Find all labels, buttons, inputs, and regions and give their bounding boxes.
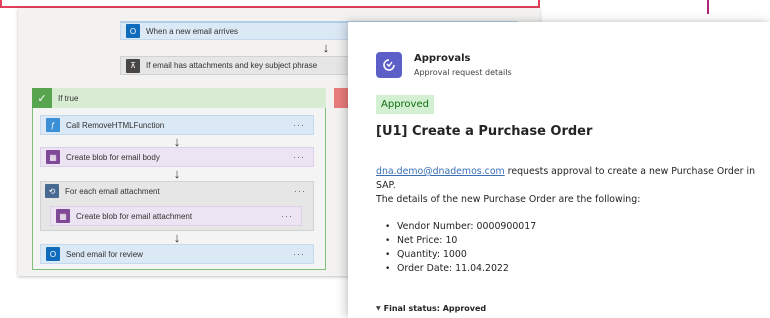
if-true-header[interactable]: ✓ If true (32, 88, 326, 108)
status-badge: Approved (376, 95, 434, 114)
blob-storage-icon: ▦ (46, 150, 60, 164)
flow-arrow: ↓ (173, 230, 181, 245)
final-status-label: Final status: Approved (383, 304, 487, 313)
trigger-label: When a new email arrives (146, 26, 239, 36)
list-item: Vendor Number: 0000900017 (383, 220, 536, 234)
blob-storage-icon: ▦ (56, 209, 70, 223)
more-options-button[interactable]: ··· (293, 152, 305, 162)
outlook-icon: O (126, 24, 140, 38)
requester-email-link[interactable]: dna.demo@dnademos.com (376, 166, 505, 177)
if-false-header[interactable] (334, 88, 348, 108)
condition-icon: ⊼ (126, 58, 140, 73)
details-list: Vendor Number: 0000900017 Net Price: 10 … (383, 220, 536, 276)
caret-down-icon: ▼ (376, 305, 381, 312)
create-blob-body-label: Create blob for email body (66, 152, 160, 162)
final-status-toggle[interactable]: ▼ Final status: Approved (376, 304, 486, 313)
list-item: Quantity: 1000 (383, 248, 536, 262)
create-blob-attachment-action[interactable]: ▦ Create blob for email attachment ··· (50, 206, 302, 226)
for-each-label: For each email attachment (65, 186, 160, 196)
if-true-label: If true (58, 93, 79, 103)
send-email-action[interactable]: O Send email for review ··· (40, 244, 314, 264)
outlook-icon: O (46, 247, 60, 261)
request-line: dna.demo@dnademos.com requests approval … (376, 166, 755, 177)
check-icon: ✓ (32, 88, 52, 108)
connector-line (707, 0, 709, 14)
list-item: Order Date: 11.04.2022 (383, 262, 536, 276)
app-subtitle: Approval request details (414, 68, 512, 77)
more-options-button[interactable]: ··· (281, 211, 293, 221)
send-email-label: Send email for review (66, 249, 143, 259)
selected-card-border (0, 0, 540, 8)
flow-arrow: ↓ (173, 166, 181, 181)
request-text: requests approval to create a new Purcha… (504, 166, 756, 177)
for-each-action[interactable]: ⟲ For each email attachment ··· (40, 181, 314, 201)
condition-label: If email has attachments and key subject… (146, 61, 318, 70)
condition-step[interactable]: ⊼ If email has attachments and key subje… (120, 56, 360, 75)
more-options-button[interactable]: ··· (293, 249, 305, 259)
approvals-icon (376, 52, 402, 78)
create-blob-attachment-label: Create blob for email attachment (76, 211, 193, 221)
loop-icon: ⟲ (45, 184, 59, 198)
create-blob-body-action[interactable]: ▦ Create blob for email body ··· (40, 147, 314, 167)
details-intro: The details of the new Purchase Order ar… (376, 194, 641, 205)
call-function-label: Call RemoveHTMLFunction (66, 120, 165, 130)
more-options-button[interactable]: ··· (294, 186, 306, 196)
app-name: Approvals (414, 53, 471, 64)
list-item: Net Price: 10 (383, 234, 536, 248)
call-function-action[interactable]: ƒ Call RemoveHTMLFunction ··· (40, 115, 314, 135)
more-options-button[interactable]: ··· (293, 120, 305, 130)
request-title: [U1] Create a Purchase Order (376, 124, 593, 139)
flow-arrow: ↓ (322, 40, 330, 55)
request-text-continued: SAP. (376, 180, 396, 191)
function-icon: ƒ (46, 118, 60, 132)
